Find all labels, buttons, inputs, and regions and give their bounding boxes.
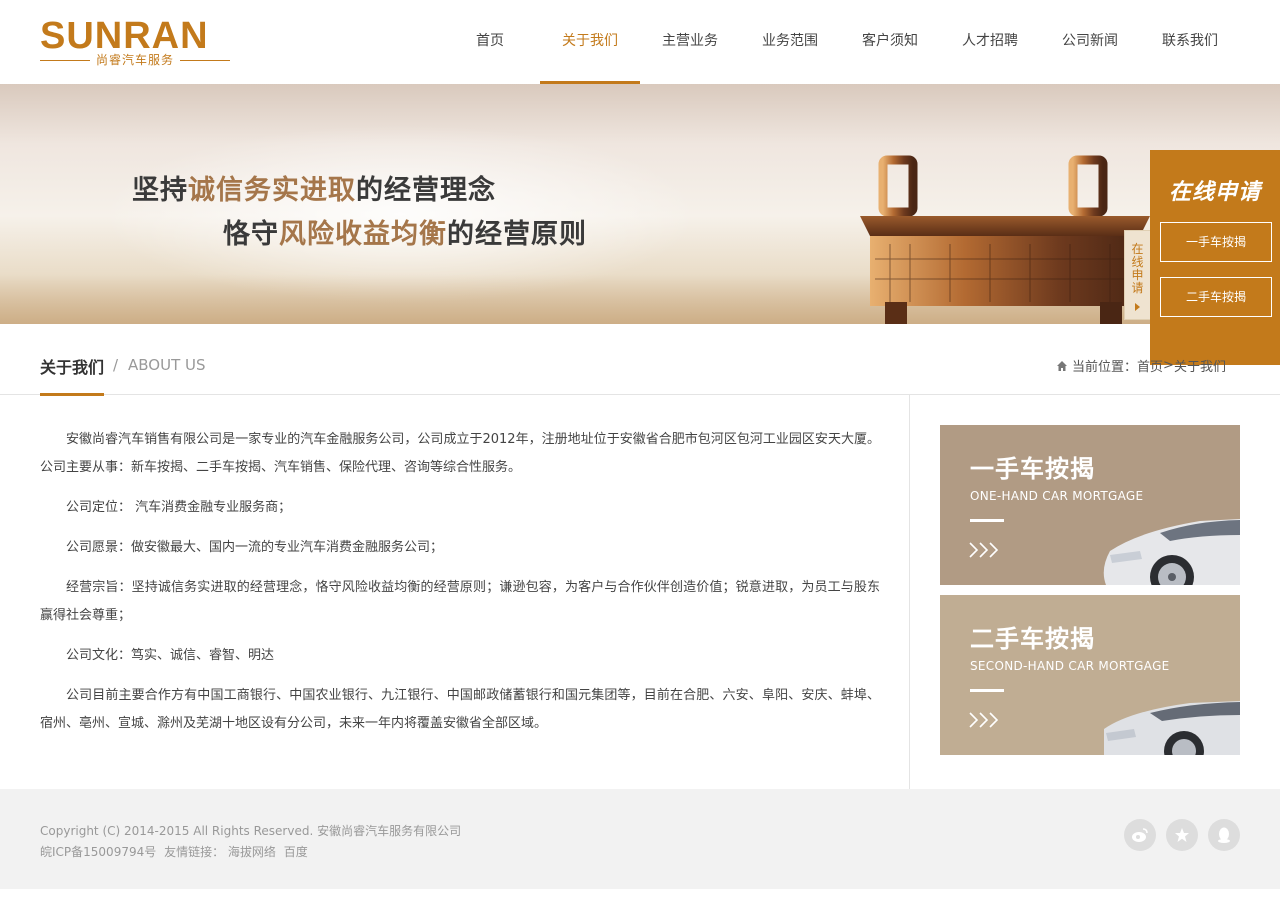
content-paragraph: 公司愿景：做安徽最大、国内一流的专业汽车消费金融服务公司；	[66, 540, 444, 555]
section-title-bar: 关于我们 / ABOUT US 当前位置： 首页 > 关于我们	[0, 324, 1280, 396]
logo[interactable]: SUNRAN 尚睿汽车服务	[40, 14, 231, 70]
icp-link[interactable]: 皖ICP备15009794号	[40, 845, 156, 859]
breadcrumb: 当前位置： 首页 > 关于我们	[1056, 356, 1226, 375]
about-content: 安徽尚睿汽车销售有限公司是一家专业的汽车金融服务公司，公司成立于2012年，注册…	[40, 426, 880, 750]
friend-link[interactable]: 百度	[284, 845, 308, 859]
used-car-mortgage-card[interactable]: 二手车按揭 SECOND-HAND CAR MORTGAGE	[940, 595, 1240, 755]
title-separator: /	[113, 356, 119, 374]
nav-item-news[interactable]: 公司新闻	[1040, 0, 1140, 84]
card-subtitle: SECOND-HAND CAR MORTGAGE	[970, 659, 1170, 673]
nav-item-about[interactable]: 关于我们	[540, 0, 640, 84]
nav-item-jobs[interactable]: 人才招聘	[940, 0, 1040, 84]
bronze-ding-image	[860, 155, 1150, 324]
home-icon	[1057, 360, 1067, 371]
car-image	[1104, 701, 1240, 755]
hero-banner: 坚持诚信务实进取的经营理念 恪守风险收益均衡的经营原则	[0, 84, 1280, 324]
nav-item-home[interactable]: 首页	[440, 0, 540, 84]
online-apply-side-tab[interactable]: 在线申请	[1124, 230, 1152, 320]
content-paragraph: 公司定位： 汽车消费金融专业服务商；	[66, 500, 292, 515]
page-title: 关于我们	[40, 358, 105, 377]
nav-item-scope[interactable]: 业务范围	[740, 0, 840, 84]
footer-copyright-block: Copyright (C) 2014-2015 All Rights Reser…	[40, 821, 461, 863]
star-icon[interactable]	[1166, 819, 1198, 851]
footer: Copyright (C) 2014-2015 All Rights Reser…	[0, 789, 1280, 889]
content-paragraph: 经营宗旨：坚持诚信务实进取的经营理念，恪守风险收益均衡的经营原则；谦逊包容，为客…	[40, 580, 880, 623]
main-nav: 首页 关于我们 主营业务 业务范围 客户须知 人才招聘 公司新闻 联系我们	[440, 0, 1240, 84]
nav-item-notice[interactable]: 客户须知	[840, 0, 940, 84]
column-divider	[909, 395, 910, 789]
banner-slogan-1: 坚持诚信务实进取的经营理念	[132, 175, 496, 206]
card-title: 一手车按揭	[970, 455, 1095, 483]
logo-subtitle: 尚睿汽车服务	[40, 52, 231, 68]
car-image	[1103, 519, 1240, 585]
content-paragraph: 公司目前主要合作方有中国工商银行、中国农业银行、九江银行、中国邮政储蓄银行和国元…	[40, 688, 880, 731]
card-subtitle: ONE-HAND CAR MORTGAGE	[970, 489, 1144, 503]
breadcrumb-separator: >	[1163, 358, 1174, 373]
qq-icon[interactable]	[1208, 819, 1240, 851]
new-car-mortgage-button[interactable]: 一手车按揭	[1160, 222, 1272, 262]
triple-chevron-icon	[969, 712, 999, 728]
weibo-icon[interactable]	[1124, 819, 1156, 851]
friend-links-label: 友情链接：	[164, 845, 225, 859]
side-tab-arrow-icon	[1135, 303, 1140, 311]
side-tab-label: 在线申请	[1131, 242, 1144, 295]
page-title-en: ABOUT US	[128, 356, 206, 374]
content-paragraph: 公司文化：笃实、诚信、睿智、明达	[66, 648, 275, 663]
friend-link[interactable]: 海拔网络	[228, 845, 276, 859]
triple-chevron-icon	[969, 542, 999, 558]
breadcrumb-current: 关于我们	[1173, 360, 1226, 375]
apply-panel-title: 在线申请	[1168, 180, 1261, 205]
banner-slogan-2: 恪守风险收益均衡的经营原则	[223, 219, 587, 250]
new-car-mortgage-card[interactable]: 一手车按揭 ONE-HAND CAR MORTGAGE	[940, 425, 1240, 585]
used-car-mortgage-button[interactable]: 二手车按揭	[1160, 277, 1272, 317]
breadcrumb-label: 当前位置：	[1072, 360, 1138, 375]
breadcrumb-home-link[interactable]: 首页	[1137, 356, 1163, 375]
card-title: 二手车按揭	[970, 625, 1095, 653]
card-divider	[970, 519, 1004, 522]
logo-subtitle-text: 尚睿汽车服务	[96, 53, 175, 67]
copyright-text: Copyright (C) 2014-2015 All Rights Reser…	[40, 824, 462, 838]
nav-item-business[interactable]: 主营业务	[640, 0, 740, 84]
title-underline	[40, 393, 104, 396]
header: SUNRAN 尚睿汽车服务 首页 关于我们 主营业务 业务范围 客户须知 人才招…	[0, 0, 1280, 84]
content-paragraph: 安徽尚睿汽车销售有限公司是一家专业的汽车金融服务公司，公司成立于2012年，注册…	[40, 432, 880, 475]
nav-item-contact[interactable]: 联系我们	[1140, 0, 1240, 84]
card-divider	[970, 689, 1004, 692]
